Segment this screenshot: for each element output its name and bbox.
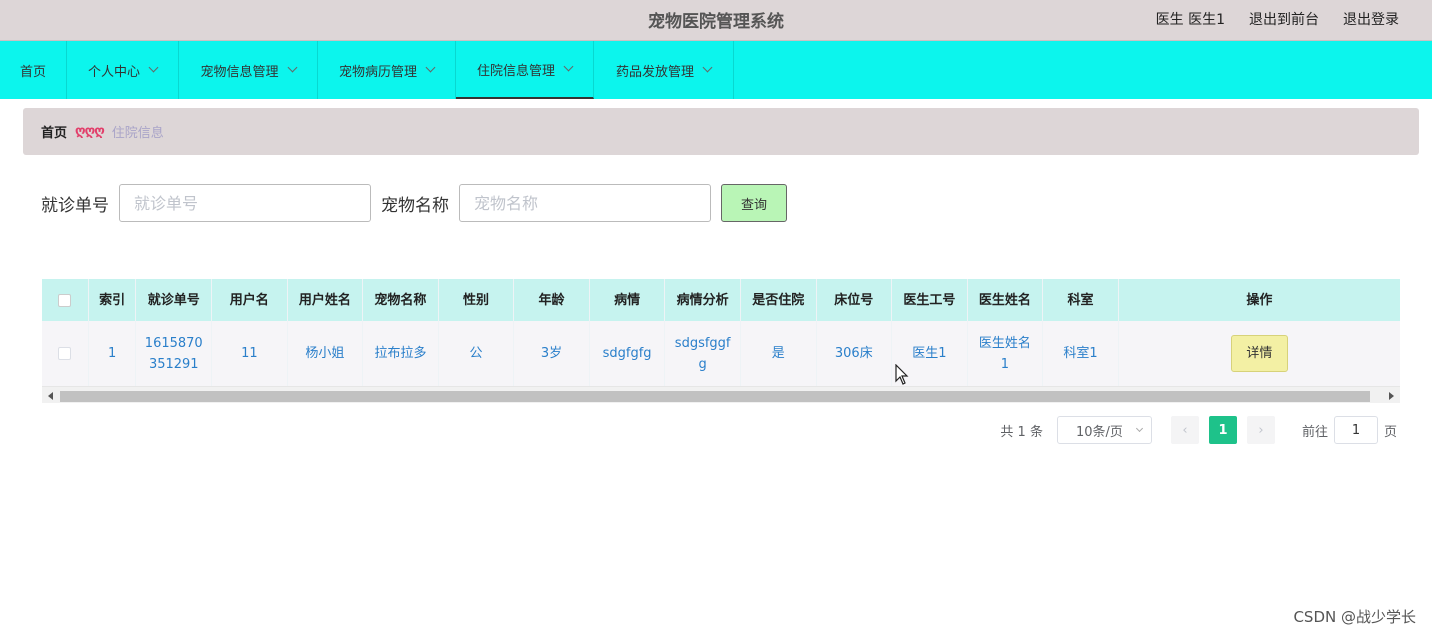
column-header: 医生工号: [892, 279, 968, 321]
next-page-button[interactable]: ›: [1246, 416, 1275, 444]
row-checkbox[interactable]: [58, 347, 72, 360]
cell-department: 科室1: [1043, 321, 1119, 386]
column-header: 病情分析: [665, 279, 741, 321]
column-header: 病情: [590, 279, 666, 321]
goto-page-input[interactable]: 1: [1333, 416, 1378, 444]
cell-hospitalized: 是: [741, 321, 817, 386]
content-panel: 就诊单号 宠物名称 查询 索引 就诊单号 用户名 用户姓名 宠物名称 性别 年龄…: [23, 165, 1419, 461]
search-bar: 就诊单号 宠物名称 查询: [41, 184, 787, 222]
goto-suffix: 页: [1383, 424, 1397, 440]
column-header: 就诊单号: [136, 279, 213, 321]
watermark: CSDN @战少学长: [1293, 608, 1416, 626]
column-header: 医生姓名: [968, 279, 1044, 321]
nav-item-personal-center[interactable]: 个人中心: [67, 41, 179, 99]
column-header: 年龄: [514, 279, 590, 321]
cell-gender: 公: [439, 321, 515, 386]
cell-user-name: 杨小姐: [288, 321, 364, 386]
nav-item-label: 宠物信息管理: [200, 64, 279, 80]
total-count: 共 1 条: [1000, 424, 1043, 440]
scroll-right-arrow-icon[interactable]: [1389, 392, 1394, 400]
nav-item-medicine[interactable]: 药品发放管理: [594, 41, 734, 99]
chevron-down-icon: [563, 61, 574, 72]
column-header: 索引: [89, 279, 137, 321]
table-horizontal-scrollbar[interactable]: [42, 387, 1400, 403]
breadcrumb: 首页 ღღღ 住院信息: [23, 108, 1419, 155]
cell-username: 11: [212, 321, 288, 386]
pet-name-label: 宠物名称: [381, 195, 449, 216]
visit-no-label: 就诊单号: [41, 195, 109, 216]
select-all-cell: [42, 279, 89, 321]
nav-item-pet-info[interactable]: 宠物信息管理: [179, 41, 318, 99]
scrollbar-thumb[interactable]: [60, 391, 1370, 402]
row-select-cell: [42, 321, 89, 386]
breadcrumb-home[interactable]: 首页: [41, 122, 67, 141]
breadcrumb-separator-icon: ღღღ: [75, 124, 105, 139]
chevron-down-icon: [1135, 424, 1144, 433]
logout-link[interactable]: 退出登录: [1343, 9, 1399, 29]
chevron-down-icon: [148, 62, 159, 73]
top-header: 宠物医院管理系统 医生 医生1 退出到前台 退出登录: [0, 0, 1432, 41]
column-header: 是否住院: [741, 279, 817, 321]
chevron-down-icon: [287, 62, 297, 73]
header-actions: 医生 医生1 退出到前台 退出登录: [1156, 9, 1399, 29]
column-header: 用户名: [212, 279, 288, 321]
cell-bed-no: 306床: [817, 321, 893, 386]
scroll-left-arrow-icon[interactable]: [48, 392, 53, 400]
pagination: 共 1 条 10条/页 ‹ 1 › 前往 1 页: [1000, 416, 1397, 444]
chevron-down-icon: [702, 62, 713, 73]
page-size-value: 10条/页: [1075, 424, 1123, 440]
column-header: 宠物名称: [363, 279, 439, 321]
nav-item-label: 个人中心: [87, 64, 140, 80]
mouse-cursor-icon: [895, 364, 909, 385]
cell-analysis: sdgsfggfg: [665, 321, 741, 386]
nav-item-pet-records[interactable]: 宠物病历管理: [318, 41, 456, 99]
nav-item-label: 药品发放管理: [615, 64, 694, 80]
column-header: 用户姓名: [288, 279, 364, 321]
cell-index: 1: [89, 321, 137, 386]
hospitalization-table: 索引 就诊单号 用户名 用户姓名 宠物名称 性别 年龄 病情 病情分析 是否住院…: [42, 279, 1400, 387]
cell-condition: sdgfgfg: [590, 321, 666, 386]
query-button[interactable]: 查询: [721, 184, 787, 222]
chevron-left-icon: ‹: [1182, 422, 1188, 438]
cell-actions: 详情: [1119, 321, 1400, 386]
cell-visit-no: 1615870351291: [136, 321, 213, 386]
goto-prefix: 前往: [1301, 424, 1328, 440]
main-nav: 首页 个人中心 宠物信息管理 宠物病历管理 住院信息管理 药品发放管理: [0, 41, 1432, 99]
select-all-checkbox[interactable]: [58, 293, 72, 307]
table-row: 1 1615870351291 11 杨小姐 拉布拉多 公 3岁 sdgfgfg…: [42, 321, 1400, 387]
detail-button[interactable]: 详情: [1230, 335, 1288, 372]
chevron-down-icon: [425, 62, 436, 73]
nav-item-label: 宠物病历管理: [338, 64, 417, 80]
current-user-label: 医生 医生1: [1155, 12, 1225, 28]
prev-page-button[interactable]: ‹: [1170, 416, 1199, 444]
nav-item-label: 首页: [19, 64, 46, 80]
column-header: 床位号: [817, 279, 893, 321]
goto-page: 前往 1 页: [1302, 416, 1397, 444]
page-size-select[interactable]: 10条/页: [1056, 416, 1152, 444]
column-header: 操作: [1246, 292, 1273, 308]
visit-no-input[interactable]: [119, 184, 371, 222]
column-header: 科室: [1043, 279, 1119, 321]
cell-doctor-name: 医生姓名1: [968, 321, 1044, 386]
nav-item-label: 住院信息管理: [476, 63, 555, 79]
cell-age: 3岁: [514, 321, 590, 386]
page-number-button[interactable]: 1: [1208, 416, 1237, 444]
pet-name-input[interactable]: [459, 184, 711, 222]
nav-item-home[interactable]: 首页: [0, 41, 67, 99]
chevron-right-icon: ›: [1258, 422, 1264, 438]
cell-pet-name: 拉布拉多: [363, 321, 439, 386]
exit-to-front-link[interactable]: 退出到前台: [1249, 9, 1319, 29]
breadcrumb-current: 住院信息: [111, 126, 164, 141]
nav-item-hospitalization[interactable]: 住院信息管理: [456, 41, 594, 99]
column-header: 性别: [439, 279, 515, 321]
table-header-row: 索引 就诊单号 用户名 用户姓名 宠物名称 性别 年龄 病情 病情分析 是否住院…: [42, 279, 1400, 321]
